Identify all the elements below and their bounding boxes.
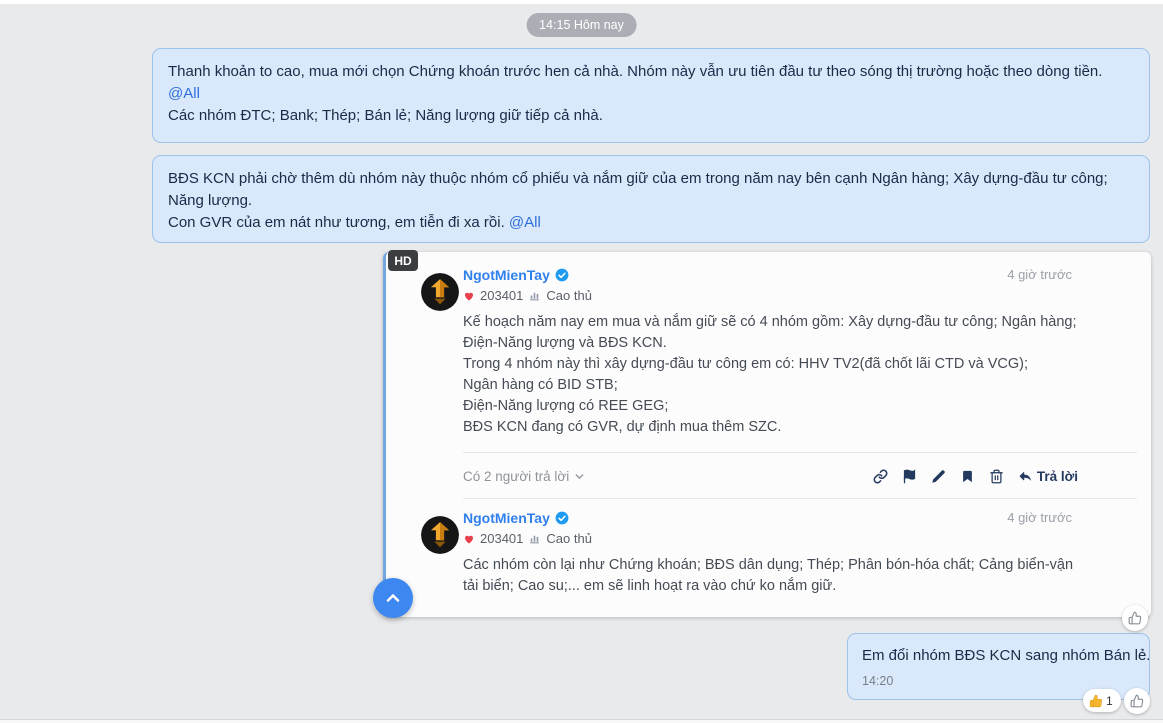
rank-chart-icon — [530, 292, 540, 301]
likes-count: 203401 — [480, 531, 524, 546]
report-flag-icon[interactable] — [902, 468, 917, 484]
copy-link-icon[interactable] — [873, 469, 888, 484]
incoming-message-bubble: BĐS KCN phải chờ thêm dù nhóm này thuộc … — [152, 155, 1150, 243]
post-timestamp: 4 giờ trước — [1007, 510, 1072, 525]
likes-count: 203401 — [480, 288, 524, 303]
user-avatar[interactable] — [421, 516, 459, 554]
incoming-message-bubble: Thanh khoản to cao, mua mới chọn Chứng k… — [152, 48, 1150, 143]
username-link[interactable]: NgotMienTay — [463, 267, 550, 283]
post-body: Các nhóm còn lại như Chứng khoán; BĐS dâ… — [463, 555, 1083, 597]
post-header: NgotMienTay — [463, 510, 569, 526]
message-paragraph: BĐS KCN phải chờ thêm dù nhóm này thuộc … — [168, 170, 1108, 209]
post-meta-row: 203401 Cao thủ — [463, 531, 592, 546]
rank-chart-icon — [530, 535, 540, 544]
post-meta-row: 203401 Cao thủ — [463, 288, 592, 303]
mention-all-link[interactable]: @All — [168, 85, 200, 102]
bottom-strip — [0, 719, 1163, 723]
quoted-post-card: HD NgotMienTay 203401 Cao thủ 4 giờ trướ… — [383, 250, 1151, 617]
post-actions-row: Có 2 người trả lời Trả lời — [463, 461, 1078, 491]
chevron-up-icon — [386, 594, 400, 602]
chevron-down-icon — [575, 473, 584, 479]
divider — [463, 498, 1137, 499]
post-body-line: Các nhóm còn lại như Chứng khoán; BĐS dâ… — [463, 557, 1074, 594]
post-body-line: Trong 4 nhóm này thì xây dựng-đầu tư côn… — [463, 356, 1029, 372]
top-strip — [0, 0, 1163, 4]
message-paragraph: Con GVR của em nát như tương, em tiễn đi… — [168, 212, 1134, 234]
message-text: Thanh khoản to cao, mua mới chọn Chứng k… — [168, 63, 1103, 80]
rank-label: Cao thủ — [546, 531, 592, 546]
hd-quality-badge: HD — [388, 250, 418, 271]
thumbs-up-icon — [1130, 694, 1144, 708]
post-body-line: Điện-Năng lượng có REE GEG; — [463, 398, 669, 414]
thumbs-up-reaction-icon — [1089, 694, 1102, 707]
username-link[interactable]: NgotMienTay — [463, 510, 550, 526]
reaction-count: 1 — [1106, 693, 1113, 708]
rank-label: Cao thủ — [546, 288, 592, 303]
verified-badge-icon — [555, 268, 569, 282]
post-action-icons: Trả lời — [873, 469, 1078, 484]
post-body-line: Kế hoạch năm nay em mua và nắm giữ sẽ có… — [463, 314, 1077, 351]
message-text: Em đổi nhóm BĐS KCN sang nhóm Bán lẻ. — [862, 647, 1151, 664]
reply-button[interactable]: Trả lời — [1018, 469, 1078, 484]
post-header: NgotMienTay — [463, 267, 569, 283]
replies-toggle-label: Có 2 người trả lời — [463, 468, 570, 484]
bookmark-icon[interactable] — [960, 469, 975, 484]
post-timestamp: 4 giờ trước — [1007, 267, 1072, 282]
post-body-line: BĐS KCN đang có GVR, dự định mua thêm SZ… — [463, 419, 782, 435]
heart-icon — [465, 535, 473, 543]
verified-badge-icon — [555, 511, 569, 525]
divider — [463, 452, 1137, 453]
mention-all-link[interactable]: @All — [509, 214, 541, 231]
thumbs-up-icon — [1128, 611, 1142, 625]
reply-button-label: Trả lời — [1036, 468, 1078, 484]
user-avatar[interactable] — [421, 273, 459, 311]
like-button[interactable] — [1122, 605, 1148, 631]
delete-trash-icon[interactable] — [989, 469, 1004, 484]
scroll-up-button[interactable] — [373, 578, 413, 618]
time-divider-pill: 14:15 Hôm nay — [526, 13, 637, 37]
edit-pencil-icon[interactable] — [931, 469, 946, 484]
like-button[interactable] — [1124, 688, 1150, 714]
chat-screen: 14:15 Hôm nay Thanh khoản to cao, mua mớ… — [0, 0, 1163, 723]
message-text: Con GVR của em nát như tương, em tiễn đi… — [168, 214, 505, 231]
replies-toggle[interactable]: Có 2 người trả lời — [463, 469, 586, 484]
post-body-line: Ngân hàng có BID STB; — [463, 377, 618, 393]
message-paragraph: Các nhóm ĐTC; Bank; Thép; Bán lẻ; Năng l… — [168, 107, 603, 124]
reply-arrow-icon — [1019, 471, 1031, 481]
message-paragraph: Thanh khoản to cao, mua mới chọn Chứng k… — [168, 61, 1134, 105]
post-body: Kế hoạch năm nay em mua và nắm giữ sẽ có… — [463, 312, 1083, 438]
heart-icon — [465, 292, 473, 300]
reaction-badge[interactable]: 1 — [1083, 689, 1121, 712]
